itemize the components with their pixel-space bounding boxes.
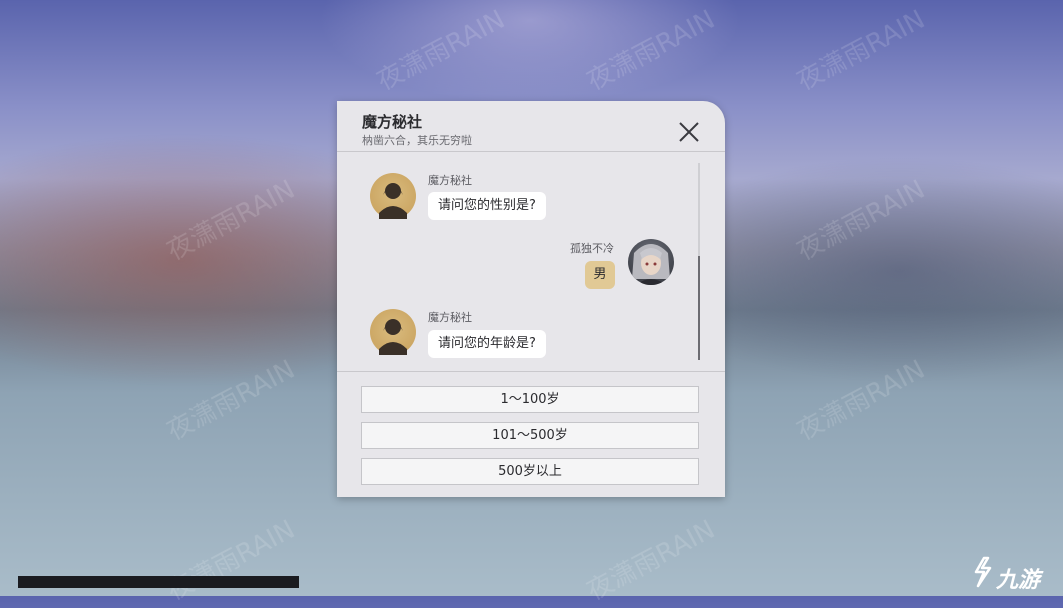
jiuyou-logo-text: 九游 bbox=[996, 568, 1041, 593]
dialog-header: 魔方秘社 枘凿六合，其乐无穷啦 bbox=[337, 101, 725, 152]
silhouette-avatar-icon bbox=[370, 309, 416, 355]
sender-name: 孤独不冷 bbox=[570, 242, 614, 255]
sender-name: 魔方秘社 bbox=[428, 174, 472, 187]
jiuyou-logo-icon bbox=[970, 556, 994, 592]
option-button-age-101-500[interactable]: 101～500岁 bbox=[361, 422, 699, 449]
sender-name: 魔方秘社 bbox=[428, 311, 472, 324]
chat-dialog: 魔方秘社 枘凿六合，其乐无穷啦 魔方秘社 请问您的性别是? 孤独不冷 男 魔方秘… bbox=[337, 101, 725, 497]
close-icon[interactable] bbox=[677, 120, 701, 144]
chat-scrollbar-thumb[interactable] bbox=[698, 256, 700, 360]
watermark-text: 夜潇雨RAIN bbox=[162, 514, 300, 607]
npc-message-bubble: 请问您的年龄是? bbox=[428, 330, 546, 358]
watermark-text: 夜潇雨RAIN bbox=[792, 354, 930, 447]
character-avatar-icon bbox=[628, 239, 674, 285]
watermark-text: 夜潇雨RAIN bbox=[162, 354, 300, 447]
silhouette-avatar-icon bbox=[370, 173, 416, 219]
dialog-title: 魔方秘社 bbox=[362, 113, 423, 131]
option-button-age-1-100[interactable]: 1～100岁 bbox=[361, 386, 699, 413]
watermark-text: 夜潇雨RAIN bbox=[582, 514, 720, 607]
dialog-subtitle: 枘凿六合，其乐无穷啦 bbox=[362, 134, 472, 147]
option-button-age-500-plus[interactable]: 500岁以上 bbox=[361, 458, 699, 485]
reply-options: 1～100岁 101～500岁 500岁以上 bbox=[337, 371, 725, 498]
npc-message-bubble: 请问您的性别是? bbox=[428, 192, 546, 220]
chat-log[interactable]: 魔方秘社 请问您的性别是? 孤独不冷 男 魔方秘社 请问您的年龄是? bbox=[337, 152, 725, 370]
bottom-bar bbox=[18, 576, 299, 588]
player-message-bubble: 男 bbox=[585, 261, 615, 289]
